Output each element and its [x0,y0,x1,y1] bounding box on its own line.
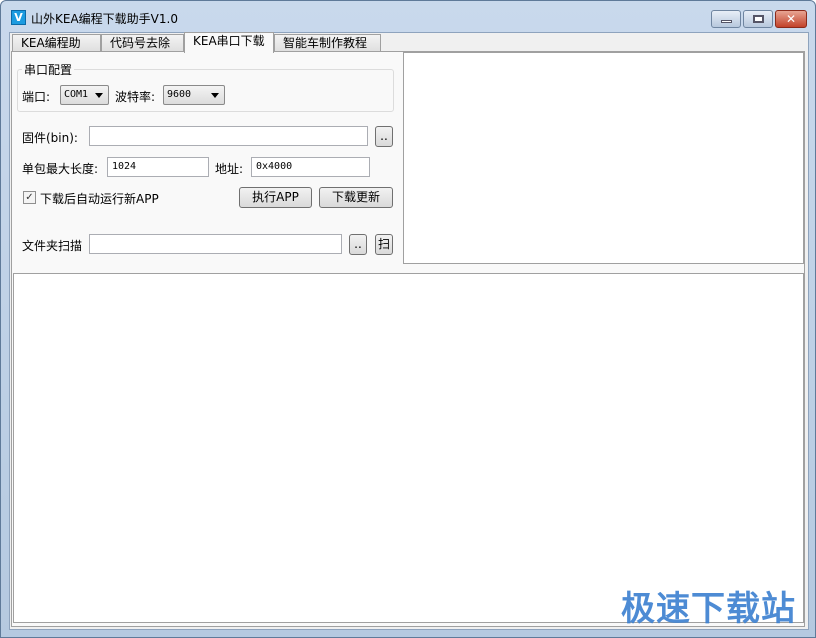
baud-label: 波特率: [115,90,156,104]
firmware-input[interactable] [89,126,368,146]
firmware-label: 固件(bin): [22,131,78,145]
log-output[interactable] [13,273,804,623]
auto-run-label: 下载后自动运行新APP [40,192,159,206]
packet-size-input[interactable]: 1024 [107,157,209,177]
app-v-icon: V [11,10,26,25]
serial-config-label: 串口配置 [22,61,75,78]
folder-browse-button[interactable]: .. [349,234,367,255]
tab-smart-car-tutorial[interactable]: 智能车制作教程 [274,34,381,52]
port-value: COM1 [64,89,89,100]
client-area: KEA编程助手 代码号去除 KEA串口下载 智能车制作教程 串口配置 端口: C… [9,32,809,630]
chevron-down-icon [95,93,103,98]
baud-value: 9600 [167,89,192,100]
maximize-button[interactable] [743,10,773,28]
folder-scan-label: 文件夹扫描 [22,239,83,253]
window-frame: V 山外KEA编程下载助手V1.0 ✕ KEA编程助手 代码号去除 KEA串口下… [0,0,816,638]
download-update-button[interactable]: 下载更新 [319,187,393,208]
watermark: 极速下载站 [621,589,796,629]
port-select[interactable]: COM1 [60,85,109,105]
window-title: 山外KEA编程下载助手V1.0 [31,12,178,26]
run-app-button[interactable]: 执行APP [239,187,312,208]
packet-size-label: 单包最大长度: [22,162,99,176]
auto-run-checkbox[interactable]: ✓ [23,191,36,204]
chevron-down-icon [211,93,219,98]
scan-button[interactable]: 扫 [375,234,393,255]
info-panel [403,52,804,264]
tab-page: 串口配置 端口: COM1 波特率: 9600 固件(bin): .. 单包最大… [11,51,805,627]
address-input[interactable]: 0x4000 [251,157,370,177]
minimize-button[interactable] [711,10,741,28]
tab-code-removal[interactable]: 代码号去除 [101,34,184,52]
baud-select[interactable]: 9600 [163,85,225,105]
tab-kea-serial-download[interactable]: KEA串口下载 [184,32,274,53]
tab-kea-programming[interactable]: KEA编程助手 [12,34,101,66]
close-button[interactable]: ✕ [775,10,807,28]
address-label: 地址: [215,162,244,176]
port-label: 端口: [22,90,51,104]
folder-input[interactable] [89,234,342,254]
firmware-browse-button[interactable]: .. [375,126,393,147]
